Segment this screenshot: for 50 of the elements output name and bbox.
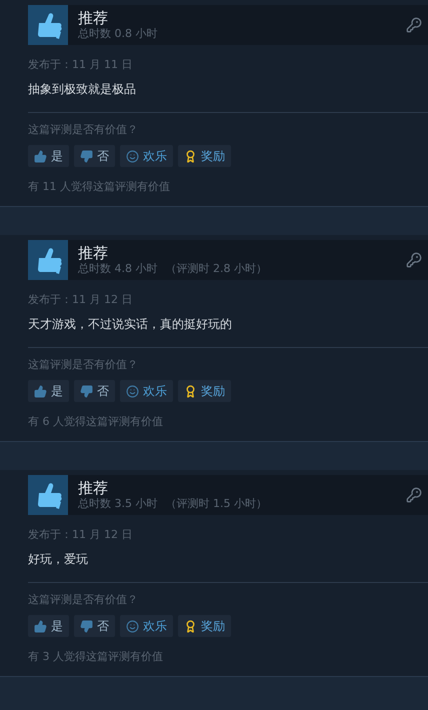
thumbs-up-icon bbox=[34, 150, 47, 162]
recommendation-title: 推荐 bbox=[78, 244, 109, 262]
helpful-prompt: 这篇评测是否有价值？ bbox=[28, 357, 139, 372]
smiley-icon bbox=[126, 620, 139, 632]
thumbs-down-icon bbox=[80, 150, 93, 162]
thumbs-up-icon bbox=[28, 5, 68, 45]
key-icon bbox=[406, 252, 422, 268]
key-icon bbox=[406, 487, 422, 503]
thumbs-up-icon bbox=[34, 620, 47, 632]
no-vote-button[interactable]: 否 bbox=[74, 380, 115, 402]
playtime-text: 总时数 3.5 小时 bbox=[78, 497, 158, 511]
review-playtime-text: （评测时 2.8 小时） bbox=[166, 262, 267, 276]
helpful-prompt: 这篇评测是否有价值？ bbox=[28, 592, 139, 607]
thumbs-up-icon bbox=[28, 240, 68, 280]
funny-vote-button[interactable]: 欢乐 bbox=[120, 380, 173, 402]
funny-vote-button[interactable]: 欢乐 bbox=[120, 145, 173, 167]
helpful-prompt: 这篇评测是否有价值？ bbox=[28, 122, 139, 137]
thumbs-up-icon bbox=[28, 475, 68, 515]
review-text: 抽象到极致就是极品 bbox=[28, 81, 137, 98]
smiley-icon bbox=[126, 150, 139, 162]
award-vote-button[interactable]: 奖励 bbox=[178, 380, 231, 402]
recommendation-title: 推荐 bbox=[78, 9, 109, 27]
yes-vote-button[interactable]: 是 bbox=[28, 615, 69, 637]
helpful-count: 有 3 人觉得这篇评测有价值 bbox=[28, 649, 164, 664]
medal-icon bbox=[184, 150, 197, 162]
award-vote-button[interactable]: 奖励 bbox=[178, 145, 231, 167]
posted-date: 发布于：11 月 11 日 bbox=[28, 57, 134, 72]
recommendation-title: 推荐 bbox=[78, 479, 109, 497]
playtime-text: 总时数 0.8 小时 bbox=[78, 27, 158, 41]
no-vote-button[interactable]: 否 bbox=[74, 615, 115, 637]
medal-icon bbox=[184, 384, 197, 398]
thumbs-down-icon bbox=[80, 620, 93, 632]
helpful-count: 有 6 人觉得这篇评测有价值 bbox=[28, 414, 164, 429]
posted-date: 发布于：11 月 12 日 bbox=[28, 527, 134, 542]
funny-vote-button[interactable]: 欢乐 bbox=[120, 615, 173, 637]
thumbs-down-icon bbox=[80, 384, 93, 398]
key-icon bbox=[406, 17, 422, 33]
no-vote-button[interactable]: 否 bbox=[74, 145, 115, 167]
award-vote-button[interactable]: 奖励 bbox=[178, 615, 231, 637]
posted-date: 发布于：11 月 12 日 bbox=[28, 292, 134, 307]
medal-icon bbox=[184, 620, 197, 632]
review-text: 天才游戏，不过说实话，真的挺好玩的 bbox=[28, 316, 233, 333]
playtime-text: 总时数 4.8 小时 bbox=[78, 262, 158, 276]
helpful-count: 有 11 人觉得这篇评测有价值 bbox=[28, 179, 171, 194]
review-text: 好玩，爱玩 bbox=[28, 551, 89, 568]
yes-vote-button[interactable]: 是 bbox=[28, 145, 69, 167]
review-playtime-text: （评测时 1.5 小时） bbox=[166, 497, 267, 511]
yes-vote-button[interactable]: 是 bbox=[28, 380, 69, 402]
smiley-icon bbox=[126, 384, 139, 398]
thumbs-up-icon bbox=[34, 384, 47, 398]
